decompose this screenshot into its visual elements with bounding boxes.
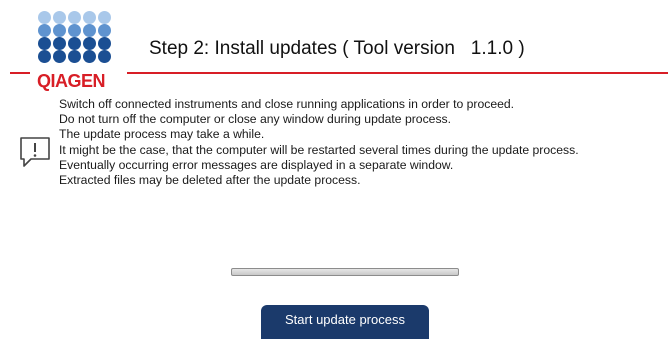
header-rule-left xyxy=(10,72,30,74)
qiagen-logo: QIAGEN xyxy=(28,11,128,91)
info-speech-bubble-icon xyxy=(20,137,50,167)
logo-dot xyxy=(38,37,51,50)
logo-dot xyxy=(38,50,51,63)
header-rule-right xyxy=(127,72,668,74)
logo-dot xyxy=(83,24,96,37)
logo-dot xyxy=(98,24,111,37)
logo-dot xyxy=(68,24,81,37)
logo-dot xyxy=(83,37,96,50)
logo-dot xyxy=(83,50,96,63)
logo-dot xyxy=(83,11,96,24)
page-title: Step 2: Install updates ( Tool version 1… xyxy=(149,38,525,59)
start-update-button[interactable]: Start update process xyxy=(261,305,429,339)
logo-dot xyxy=(53,37,66,50)
logo-dot xyxy=(53,50,66,63)
logo-dot xyxy=(98,37,111,50)
info-line: Do not turn off the computer or close an… xyxy=(59,112,452,127)
logo-dot xyxy=(68,50,81,63)
info-line: Extracted files may be deleted after the… xyxy=(59,173,361,188)
logo-dot xyxy=(68,11,81,24)
logo-dot xyxy=(38,11,51,24)
logo-dot xyxy=(68,37,81,50)
logo-dot xyxy=(53,11,66,24)
update-progress-bar xyxy=(231,268,459,276)
logo-dot xyxy=(38,24,51,37)
info-line: It might be the case, that the computer … xyxy=(59,142,579,157)
info-line: The update process may take a while. xyxy=(59,127,265,142)
logo-dot xyxy=(53,24,66,37)
logo-dot xyxy=(98,11,111,24)
logo-dot xyxy=(98,50,111,63)
info-messages: Switch off connected instruments and clo… xyxy=(59,97,579,188)
info-line: Eventually occurring error messages are … xyxy=(59,157,454,172)
info-line: Switch off connected instruments and clo… xyxy=(59,97,515,111)
logo-wordmark: QIAGEN xyxy=(37,71,106,91)
